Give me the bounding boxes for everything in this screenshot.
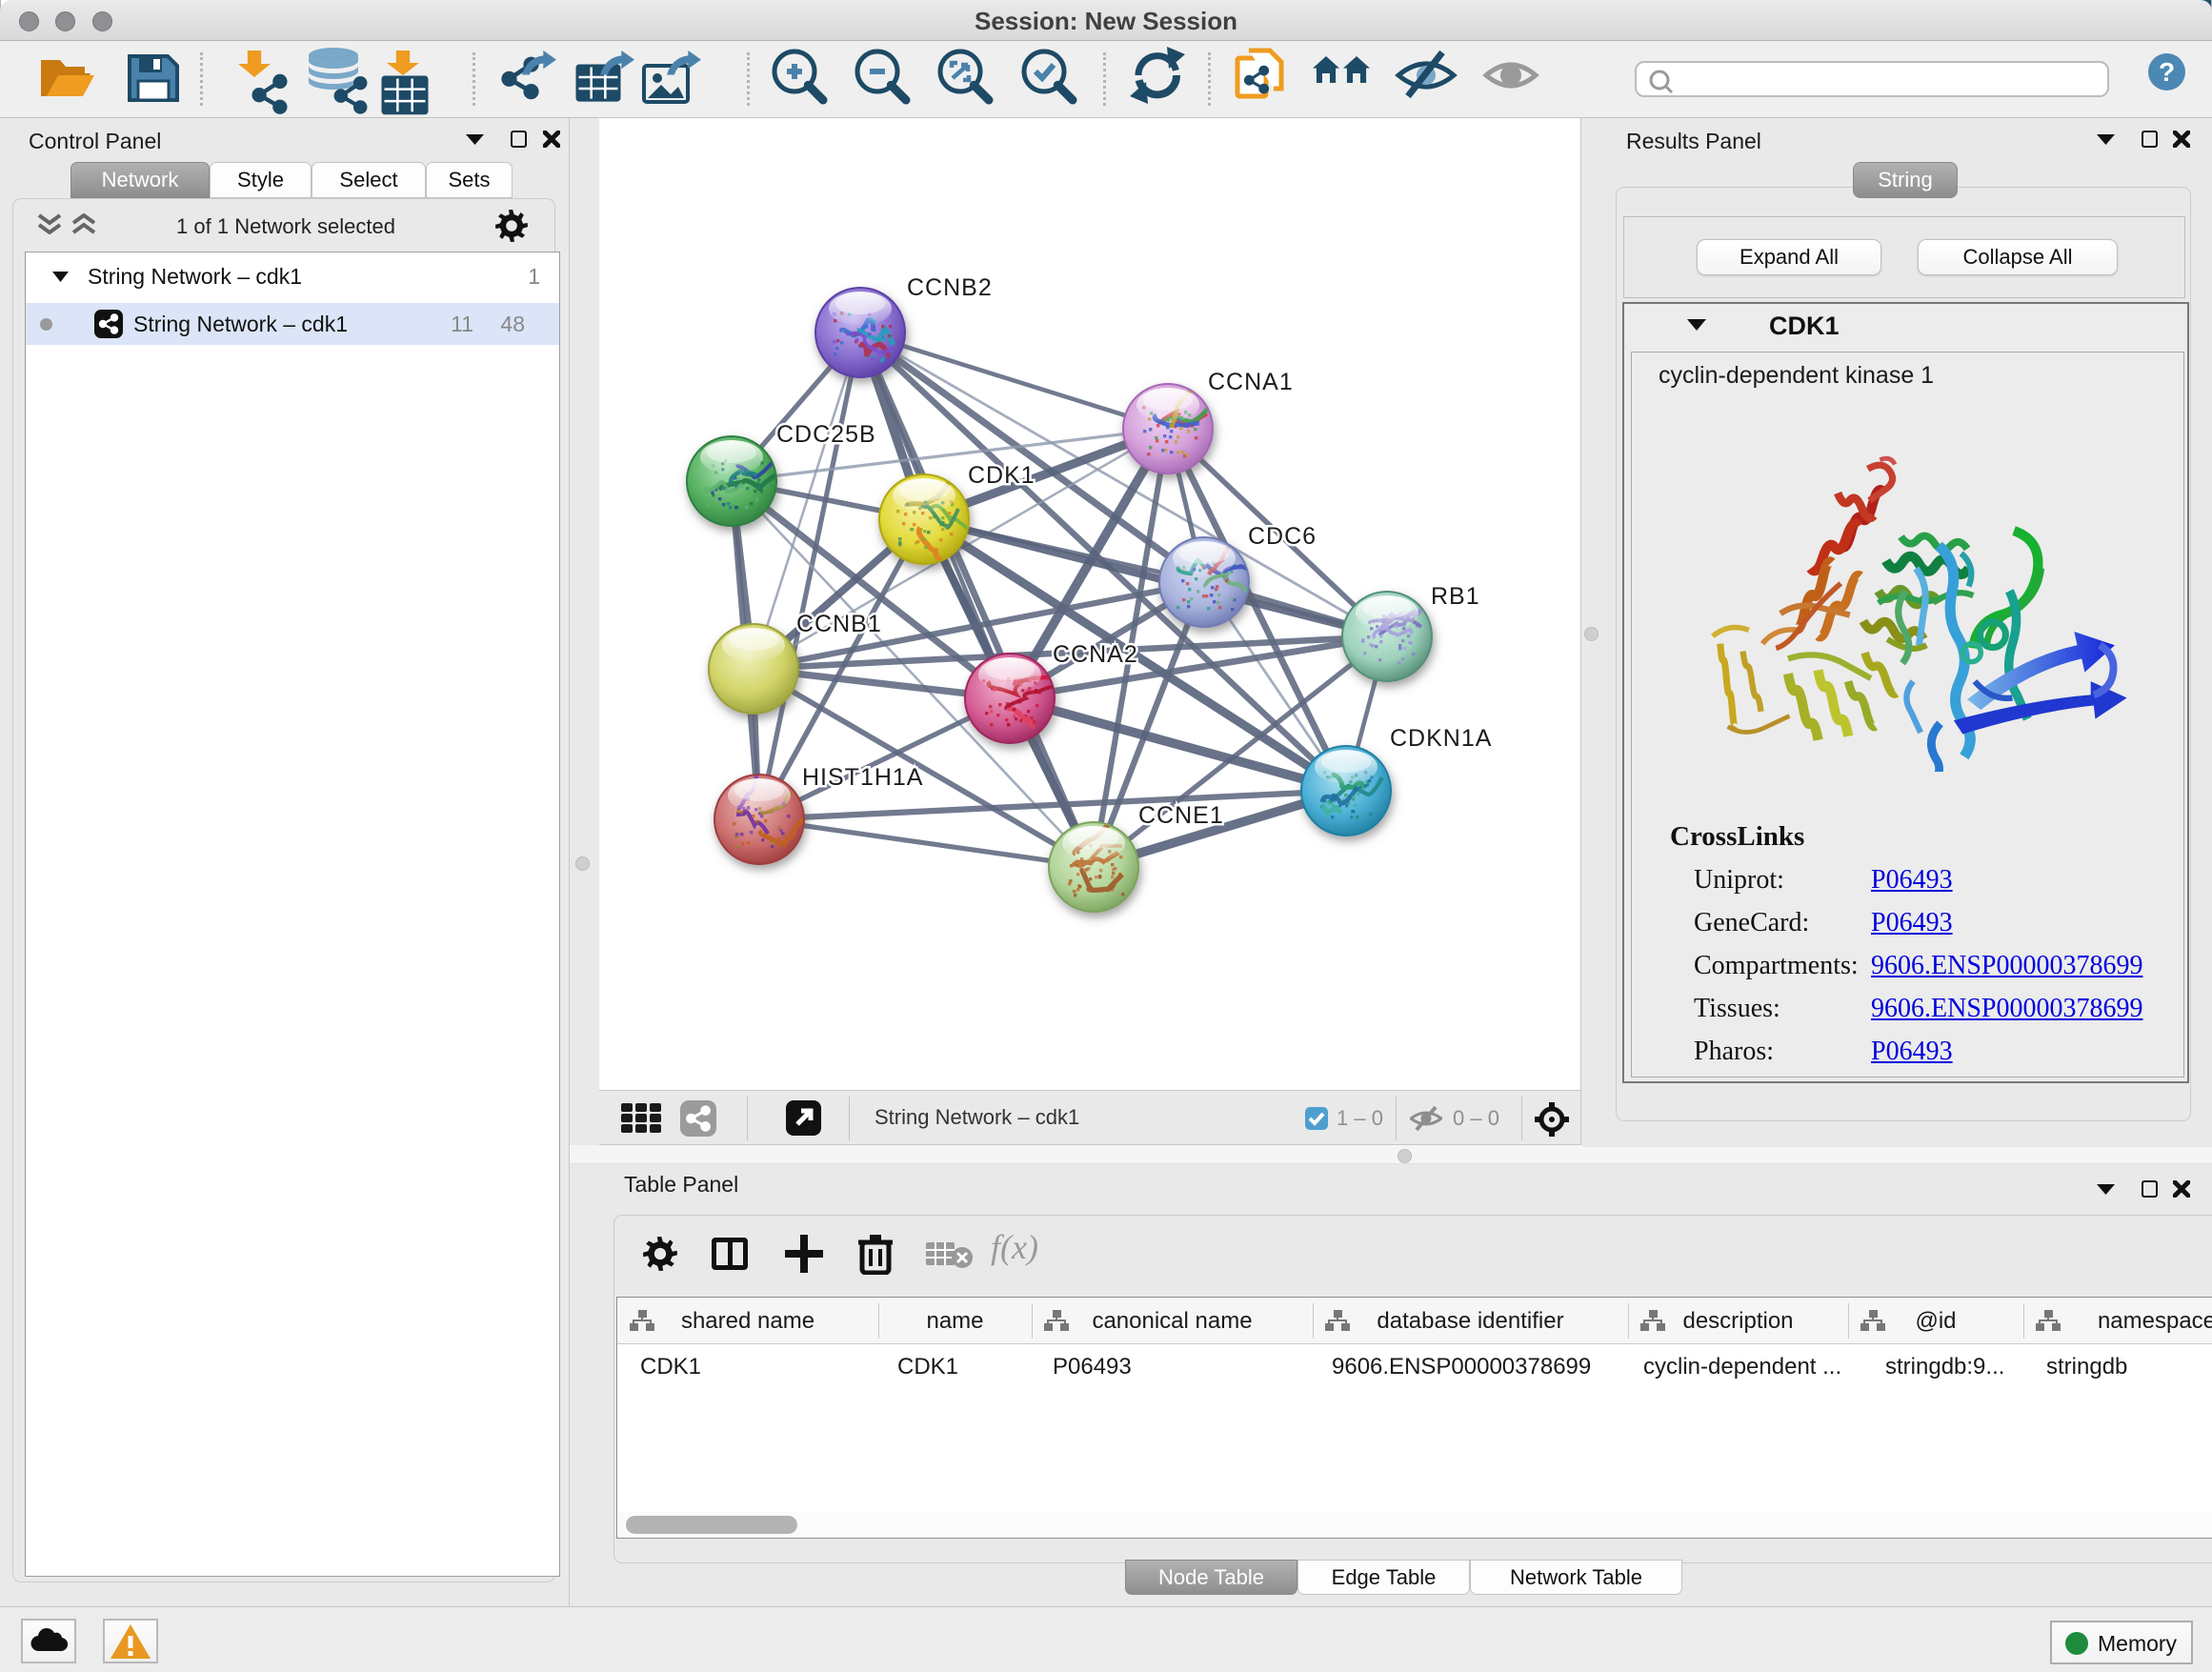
svg-text:CCNA2: CCNA2 [1053, 641, 1138, 668]
svg-text:CDC6: CDC6 [1248, 523, 1317, 550]
svg-text:CDK1: CDK1 [968, 462, 1036, 489]
svg-text:CCNB1: CCNB1 [796, 611, 882, 637]
svg-text:CCNA1: CCNA1 [1208, 369, 1294, 395]
svg-text:RB1: RB1 [1431, 583, 1480, 610]
svg-text:CDKN1A: CDKN1A [1390, 725, 1492, 752]
svg-text:HIST1H1A: HIST1H1A [802, 764, 923, 791]
svg-text:CCNB2: CCNB2 [907, 274, 993, 301]
svg-text:CCNE1: CCNE1 [1138, 802, 1224, 829]
svg-text:CDC25B: CDC25B [776, 421, 876, 448]
